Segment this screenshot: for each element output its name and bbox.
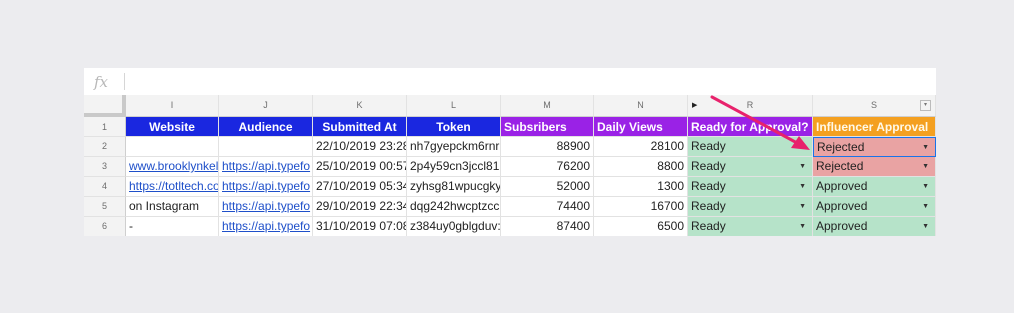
- annotation-arrow-icon: [710, 95, 810, 150]
- spreadsheet: fx I J K L M N ◀ ▶ R S ▾ 1 Website: [84, 68, 936, 236]
